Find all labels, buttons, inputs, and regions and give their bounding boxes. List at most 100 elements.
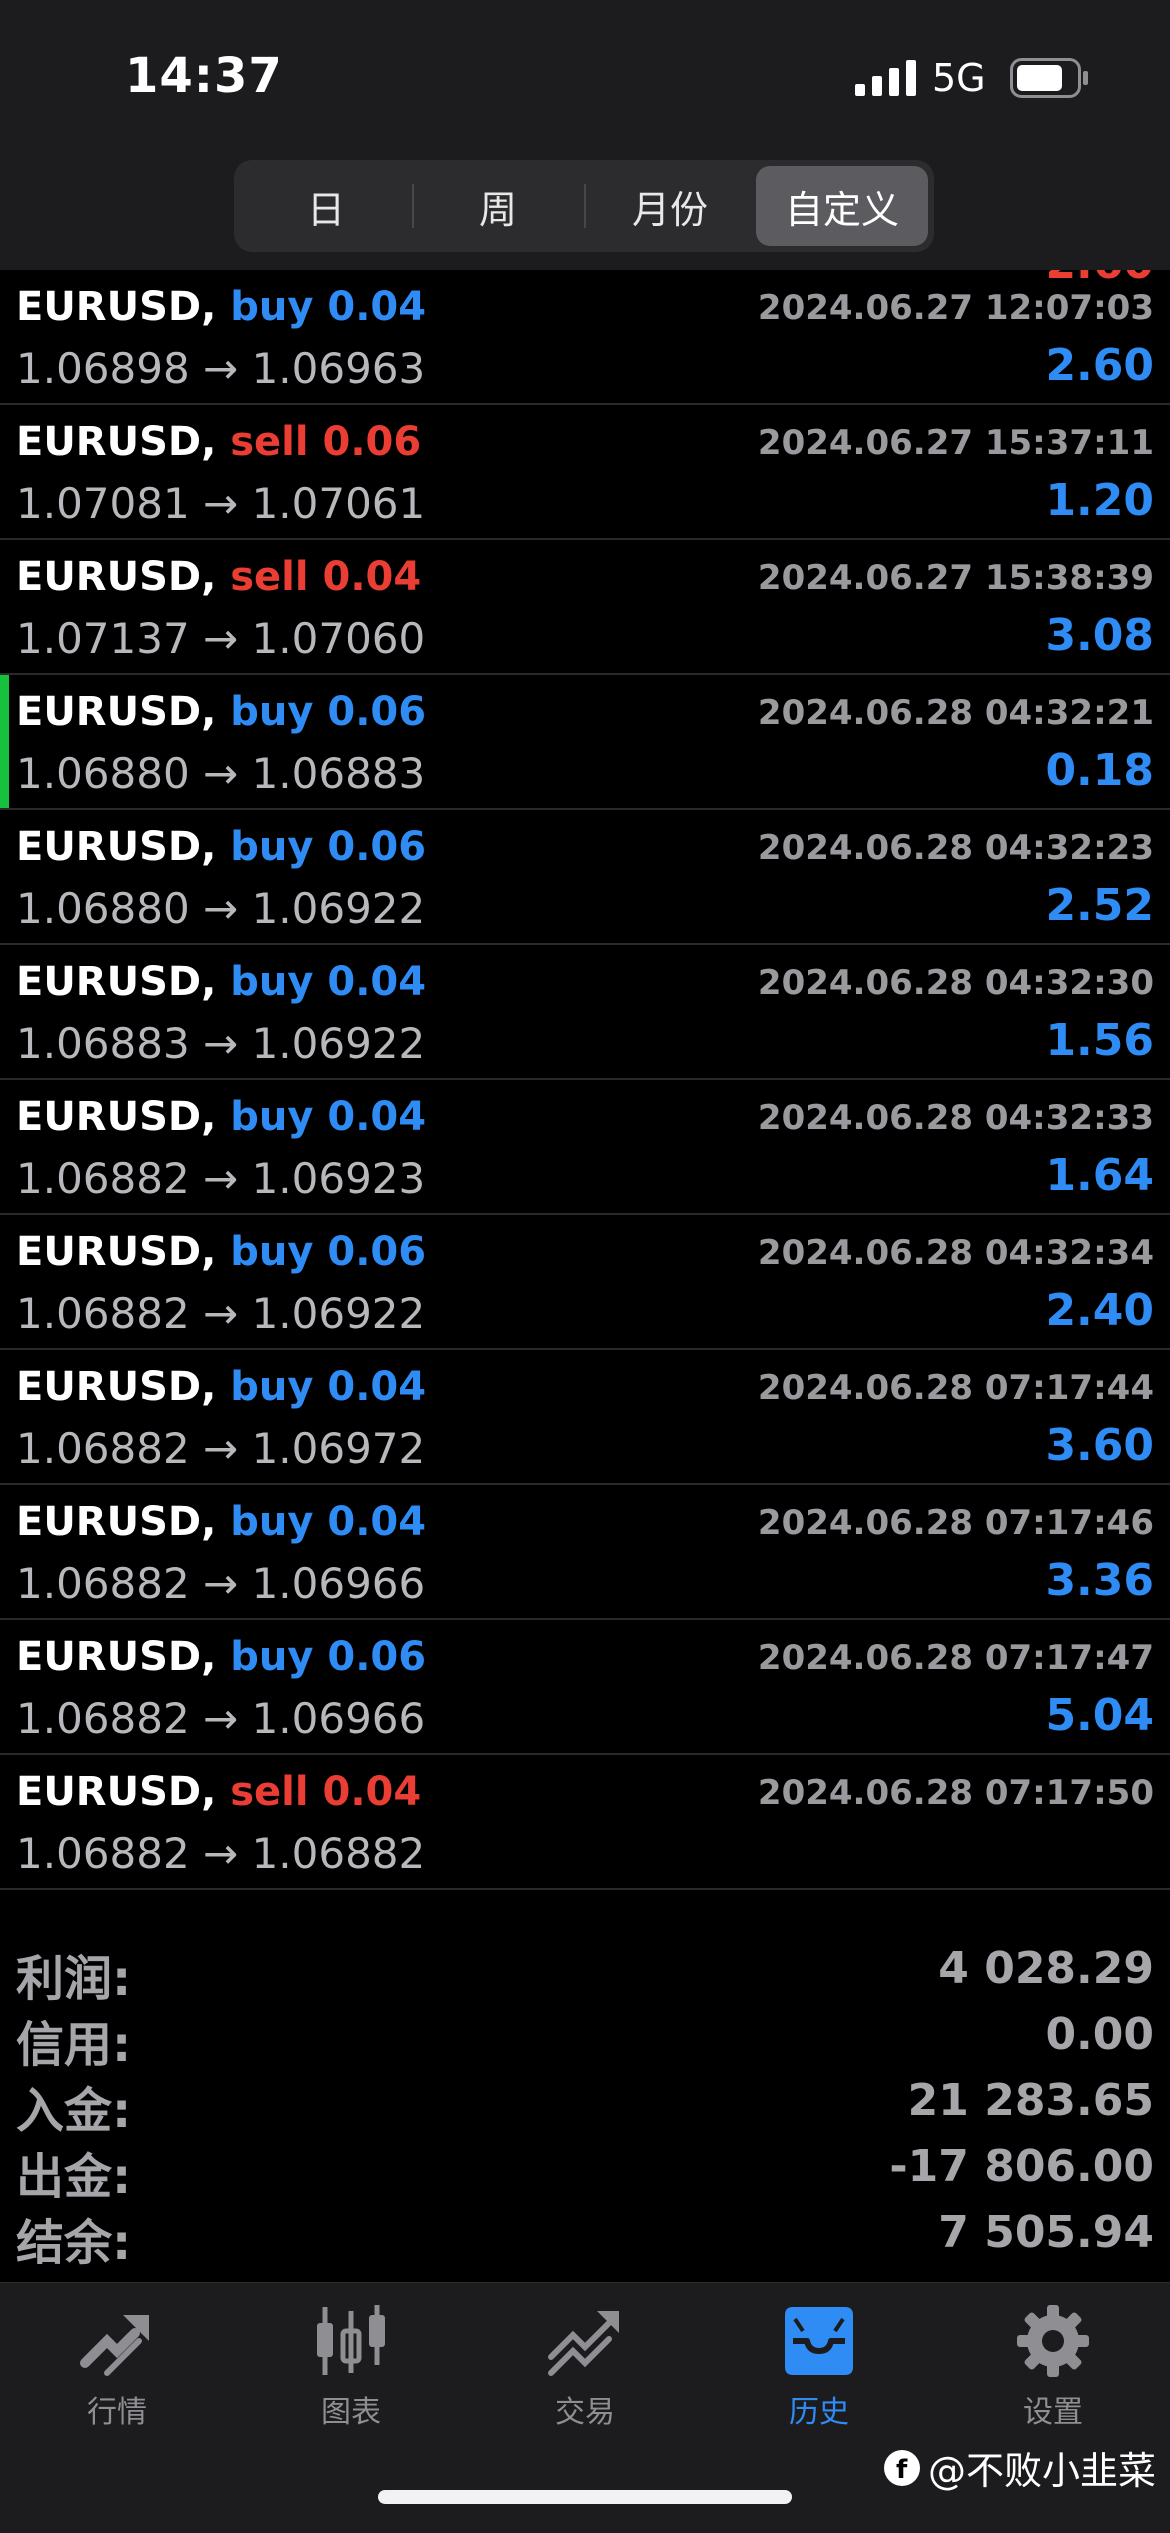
deal-volume: 0.04 — [327, 959, 427, 1005]
segment-custom[interactable]: 自定义 — [756, 166, 928, 246]
battery-icon — [1010, 58, 1088, 98]
deal-prices: 1.07081 → 1.07061 — [16, 479, 426, 528]
deal-side: buy — [230, 824, 314, 870]
deal-symbol: EURUSD, — [16, 1364, 217, 1410]
deal-profit: 3.08 — [1045, 610, 1154, 661]
weibo-logo-icon: f — [883, 2449, 920, 2486]
deal-symbol: EURUSD, — [16, 419, 217, 465]
deal-prices: 1.06882 → 1.06882 — [16, 1829, 426, 1878]
summary-value: 4 028.29 — [938, 1943, 1154, 1994]
deal-row[interactable]: EURUSD, buy 0.06 2024.06.28 04:32:21 1.068… — [0, 675, 1170, 810]
watermark-text: @不败小韭菜 — [927, 2449, 1156, 2493]
deal-side: sell — [230, 419, 309, 465]
deal-datetime: 2024.06.28 07:17:44 — [757, 1368, 1154, 1408]
status-time: 14:37 — [125, 48, 283, 104]
deal-volume: 0.06 — [322, 419, 422, 465]
deal-profit: 1.64 — [1045, 1150, 1154, 1201]
deal-datetime: 2024.06.28 04:32:30 — [757, 963, 1154, 1003]
deal-symbol: EURUSD, — [16, 1769, 217, 1815]
deal-prices: 1.06882 → 1.06972 — [16, 1424, 426, 1473]
deal-profit: 1.56 — [1045, 1015, 1154, 1066]
tab-history[interactable]: 历史 — [702, 2301, 936, 2441]
deal-datetime: 2024.06.28 04:32:21 — [757, 693, 1154, 733]
deal-profit: 1.20 — [1045, 475, 1154, 526]
summary-value: -17 806.00 — [889, 2141, 1154, 2192]
deal-list: EURUSD, sell 1.06893 → 1.069632.60EURUSD… — [0, 168, 1170, 1890]
deal-side: buy — [230, 1364, 314, 1410]
deal-side: buy — [230, 959, 314, 1005]
deal-header: EURUSD, sell 0.06 — [16, 419, 421, 465]
deal-profit: 2.52 — [1045, 880, 1154, 931]
deal-row[interactable]: EURUSD, buy 0.06 2024.06.28 04:32:23 1.068… — [0, 810, 1170, 945]
deal-datetime: 2024.06.28 04:32:34 — [757, 1233, 1154, 1273]
deal-row[interactable]: EURUSD, buy 0.06 2024.06.28 04:32:34 1.068… — [0, 1215, 1170, 1350]
deal-symbol: EURUSD, — [16, 1229, 217, 1275]
deal-side: buy — [230, 1499, 314, 1545]
deal-symbol: EURUSD, — [16, 1499, 217, 1545]
deal-symbol: EURUSD, — [16, 1094, 217, 1140]
deal-row[interactable]: EURUSD, sell 0.06 2024.06.27 15:37:11 1.07… — [0, 405, 1170, 540]
deal-prices: 1.06883 → 1.06922 — [16, 1019, 426, 1068]
deal-side: buy — [230, 1634, 314, 1680]
deal-side: buy — [230, 1229, 314, 1275]
summary-row: 信用: 0.00 — [0, 2001, 1170, 2073]
deal-row[interactable]: EURUSD, buy 0.04 2024.06.27 12:07:03 1.068… — [0, 270, 1170, 405]
deal-datetime: 2024.06.28 07:17:50 — [757, 1773, 1154, 1813]
deal-symbol: EURUSD, — [16, 554, 217, 600]
deal-prices: 1.07137 → 1.07060 — [16, 614, 426, 663]
watermark: f @不败小韭菜 — [882, 2440, 1156, 2495]
deal-symbol: EURUSD, — [16, 959, 217, 1005]
deal-header: EURUSD, sell 0.04 — [16, 554, 421, 600]
summary-label: 入金: — [16, 2083, 132, 2139]
deal-volume: 0.04 — [322, 554, 422, 600]
deal-row[interactable]: EURUSD, buy 0.04 2024.06.28 04:32:30 1.068… — [0, 945, 1170, 1080]
deal-header: EURUSD, buy 0.06 — [16, 1229, 426, 1275]
deal-datetime: 2024.06.28 04:32:23 — [757, 828, 1154, 868]
deal-volume: 0.06 — [327, 689, 427, 735]
deal-row[interactable]: EURUSD, buy 0.04 2024.06.28 07:17:46 1.068… — [0, 1485, 1170, 1620]
tab-label-settings: 设置 — [1023, 2395, 1083, 2430]
segment-week[interactable]: 周 — [412, 166, 584, 246]
summary-label: 信用: — [16, 2017, 132, 2073]
tab-chart[interactable]: 图表 — [234, 2301, 468, 2441]
summary-row: 出金: -17 806.00 — [0, 2133, 1170, 2205]
deal-side: buy — [230, 689, 314, 735]
deal-profit: 2.40 — [1045, 1285, 1154, 1336]
deal-header: EURUSD, buy 0.06 — [16, 1634, 426, 1680]
deal-volume: 0.04 — [322, 1769, 422, 1815]
tab-settings[interactable]: 设置 — [936, 2301, 1170, 2441]
summary-label: 出金: — [16, 2149, 132, 2205]
deal-row[interactable]: EURUSD, sell 0.04 2024.06.28 07:17:50 1.06… — [0, 1755, 1170, 1890]
deal-datetime: 2024.06.28 04:32:33 — [757, 1098, 1154, 1138]
segment-day[interactable]: 日 — [240, 166, 412, 246]
deal-header: EURUSD, buy 0.06 — [16, 824, 426, 870]
deal-row[interactable]: EURUSD, sell 0.04 2024.06.27 15:38:39 1.07… — [0, 540, 1170, 675]
deal-row[interactable]: EURUSD, buy 0.04 2024.06.28 04:32:33 1.068… — [0, 1080, 1170, 1215]
summary-row: 入金: 21 283.65 — [0, 2067, 1170, 2139]
deal-symbol: EURUSD, — [16, 284, 217, 330]
deal-row[interactable]: EURUSD, buy 0.04 2024.06.28 07:17:44 1.068… — [0, 1350, 1170, 1485]
deal-volume: 0.04 — [327, 1499, 427, 1545]
deal-symbol: EURUSD, — [16, 824, 217, 870]
deal-prices: 1.06880 → 1.06883 — [16, 749, 426, 798]
summary-label: 结余: — [16, 2215, 132, 2271]
deal-symbol: EURUSD, — [16, 689, 217, 735]
deal-volume: 0.04 — [327, 1094, 427, 1140]
deal-header: EURUSD, buy 0.04 — [16, 959, 426, 1005]
tab-quotes[interactable]: 行情 — [0, 2301, 234, 2441]
deal-side: buy — [230, 284, 314, 330]
tab-label-quotes: 行情 — [87, 2395, 147, 2430]
tab-trade[interactable]: 交易 — [468, 2301, 702, 2441]
deal-prices: 1.06882 → 1.06923 — [16, 1154, 426, 1203]
deal-header: EURUSD, buy 0.04 — [16, 1094, 426, 1140]
deal-row[interactable]: EURUSD, buy 0.06 2024.06.28 07:17:47 1.068… — [0, 1620, 1170, 1755]
deal-prices: 1.06882 → 1.06966 — [16, 1694, 426, 1743]
deal-prices: 1.06880 → 1.06922 — [16, 884, 426, 933]
segment-month[interactable]: 月份 — [584, 166, 756, 246]
deal-profit: 2.60 — [1045, 340, 1154, 391]
deal-prices: 1.06882 → 1.06966 — [16, 1559, 426, 1608]
deal-volume: 0.06 — [327, 1634, 427, 1680]
cellular-signal-icon — [855, 60, 916, 96]
home-indicator — [378, 2490, 792, 2504]
deal-header: EURUSD, buy 0.04 — [16, 1364, 426, 1410]
